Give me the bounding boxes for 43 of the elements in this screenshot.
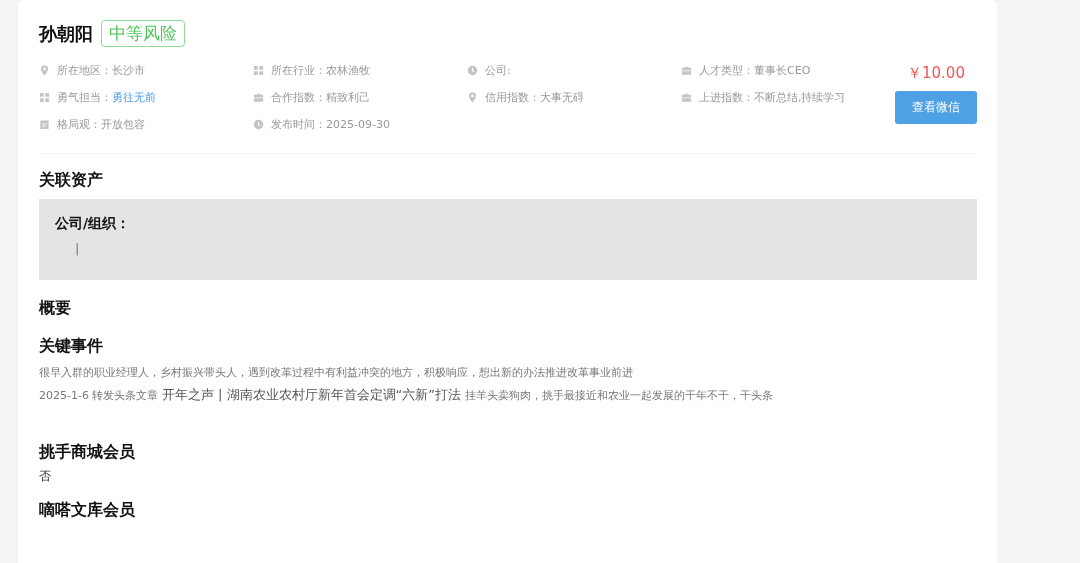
- info-label: 勇气担当：: [57, 89, 112, 105]
- info-label: 合作指数：: [271, 89, 326, 105]
- info-value: 不断总结,持续学习: [754, 89, 846, 105]
- clock-icon: [467, 64, 478, 76]
- divider-mark: |: [75, 241, 81, 256]
- event-text: 2025-1-6 转发头条文章 开年之声 | 湖南农业农村厅新年首会定调“六新”打法 挂羊头卖狗肉，挑手最接近和农业一起发展的干年不干，干头条: [39, 386, 774, 404]
- info-label: 上进指数：: [699, 89, 754, 105]
- info-label: 格局观：: [57, 116, 101, 132]
- briefcase-icon: [681, 91, 692, 103]
- person-name: 孙朝阳: [39, 21, 93, 46]
- location-pin-icon: [467, 91, 478, 103]
- info-label: 发布时间：: [271, 116, 326, 132]
- info-value: 大事无碍: [540, 89, 584, 105]
- info-value: 2025-09-30: [326, 117, 390, 131]
- briefcase-icon: [681, 64, 692, 76]
- price: ￥10.00: [907, 64, 965, 83]
- info-value: 农林渔牧: [326, 62, 370, 78]
- view-wechat-button[interactable]: 查看微信: [895, 91, 977, 124]
- group-label: 公司/组织：: [55, 215, 132, 233]
- section-heading: 关键事件: [39, 336, 104, 357]
- section-heading: 关联资产: [39, 170, 104, 191]
- section-heading: 嘀嗒文库会员: [39, 500, 136, 521]
- clock-icon: [253, 118, 264, 130]
- event-text: 很早入群的职业经理人，乡村振兴带头人，遇到改革过程中有利益冲突的地方，积极响应，想出新的办法推进改革事业前进: [39, 365, 634, 380]
- risk-tag: 中等风险: [101, 20, 185, 47]
- info-value: 精致利己: [326, 89, 370, 105]
- info-label: 信用指数：: [485, 89, 540, 105]
- info-label: 所在地区：: [57, 62, 112, 78]
- calendar-icon: [39, 118, 50, 130]
- section-heading: 挑手商城会员: [39, 442, 136, 463]
- membership-value: 否: [39, 469, 52, 484]
- info-link[interactable]: 勇往无前: [112, 89, 156, 105]
- section-heading: 概要: [39, 298, 72, 319]
- briefcase-icon: [253, 91, 264, 103]
- grid-icon: [253, 64, 264, 76]
- info-label: 人才类型：: [699, 62, 754, 78]
- info-value: 长沙市: [112, 62, 145, 78]
- info-label: 公司:: [485, 62, 511, 78]
- info-value: 董事长CEO: [754, 62, 811, 78]
- grid-icon: [39, 91, 50, 103]
- location-pin-icon: [39, 64, 50, 76]
- info-value: 开放包容: [101, 116, 145, 132]
- info-label: 所在行业：: [271, 62, 326, 78]
